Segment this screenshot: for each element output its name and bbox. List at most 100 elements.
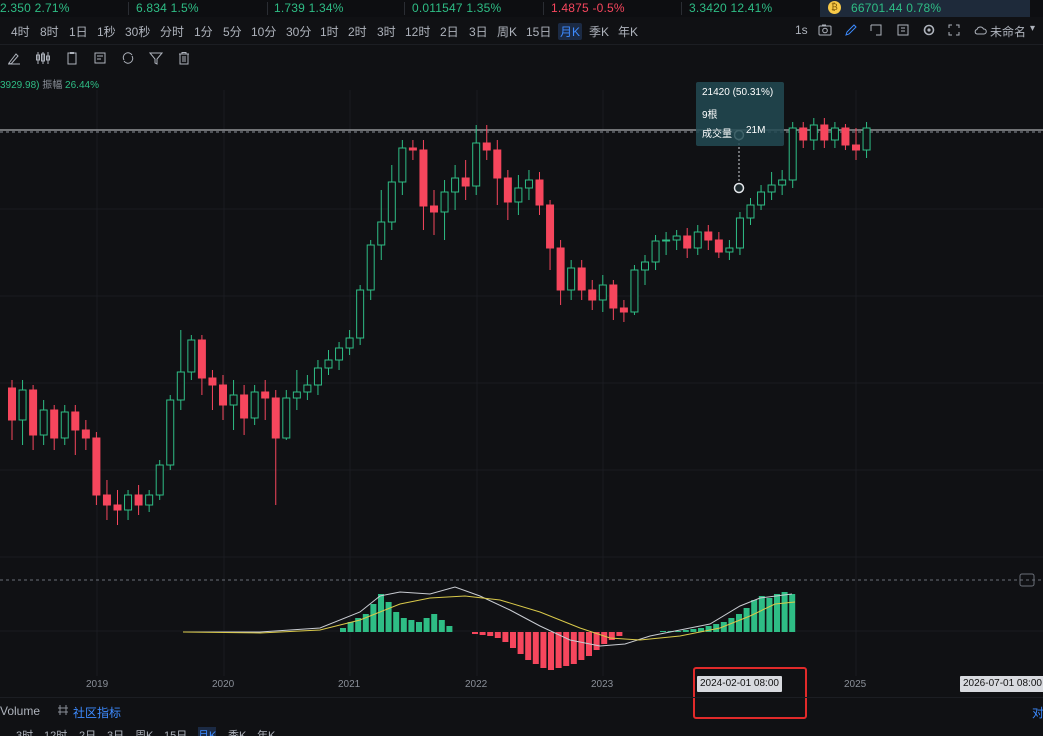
candle-body [176,371,185,401]
measure-volume-value: 21M [746,125,766,136]
measure-handle-bottom [733,182,745,194]
candle-body [546,204,555,249]
measure-change: 21420 (50.31%) [702,87,774,98]
compare-link[interactable]: 对 [1032,704,1043,721]
candle-body [651,240,660,263]
macd-bar [601,632,608,644]
candle-body [387,181,396,223]
macd-bar [690,629,697,632]
candle-body [39,409,48,436]
bottom-interval[interactable]: 周K [135,727,153,736]
candle-body [735,217,744,249]
candle-body [292,391,301,399]
community-icon[interactable] [57,704,69,719]
candle-body [335,347,344,361]
candle-body [303,384,312,393]
macd-bar [517,632,524,654]
macd-bar [479,632,486,635]
macd-bar [616,632,623,636]
macd-bar [446,626,453,632]
candle-body [472,142,481,187]
candle-body [757,191,766,206]
candle-body [841,127,850,146]
macd-bar [494,632,501,638]
macd-bar [758,596,765,632]
candle-body [124,494,133,511]
candle-body [18,389,27,421]
candle-body [799,127,808,141]
candle-body [588,289,597,301]
candle-body [419,149,428,207]
candle-body [71,411,80,431]
candle-body [81,429,90,439]
macd-bar [510,632,516,648]
candle-body [60,411,69,439]
candle-body [693,231,702,249]
year-label: 2020 [212,679,235,690]
macd-bar [487,632,494,636]
candle-body [134,494,143,506]
macd-bar [431,614,438,632]
macd-bar [682,630,689,632]
candle-body [366,244,375,291]
bottom-interval[interactable]: 年K [257,727,275,736]
macd-bar [608,632,615,640]
candle-body [197,339,206,379]
macd-bar [548,632,554,670]
candle-body [630,269,639,313]
candle-body [451,177,460,193]
candle-body [524,179,533,189]
candle-body [714,239,723,253]
candle-body [229,394,238,406]
candle-body [461,177,470,187]
macd-bar [502,632,509,642]
measure-tooltip: 21420 (50.31%) 9根 成交量 21M [696,82,784,146]
macd-bar [385,602,392,632]
candle-body [704,231,713,241]
macd-bar [774,594,780,632]
macd-bar [472,632,478,634]
candle-body [430,205,438,213]
candle-body [324,359,333,369]
candle-body [746,204,755,219]
bottom-interval[interactable]: 2日 [79,727,96,736]
bottom-interval-active[interactable]: 月K [198,727,217,736]
macd-bar [743,608,750,632]
candle-body [240,394,249,419]
candle-body [250,391,259,419]
macd-bar [570,632,577,664]
bottom-interval[interactable]: 3日 [107,727,124,736]
candle-body [408,147,417,151]
macd-bar [347,622,354,632]
bottom-interval[interactable]: 15日 [164,727,187,736]
macd-bar [781,592,788,632]
community-indicators[interactable]: 社区指标 [73,704,121,721]
candle-body [8,387,16,421]
measure-volume-label: 成交量 [702,129,732,140]
macd-bar [416,622,422,632]
candle-body [187,339,196,373]
macd-line [183,586,793,647]
candle-body [29,389,38,436]
grid [0,90,1043,676]
candle-body [683,235,692,249]
candle-body [102,494,111,506]
volume-tab[interactable]: Volume [0,704,40,718]
macd-bar [578,632,585,660]
macd-bar [340,628,346,632]
bottom-interval[interactable]: 季K [228,727,246,736]
candle-body [619,307,628,313]
candle-body [145,494,154,506]
year-label: 2022 [465,679,488,690]
year-label: 2025 [844,679,867,690]
bottom-interval[interactable]: 3时 [16,727,33,736]
candle-body [535,179,544,206]
candle-body [271,397,280,439]
candles [8,118,871,525]
bottom-interval[interactable]: 12时 [44,727,67,736]
candlestick-chart[interactable] [0,0,1043,736]
candle-body [92,437,101,496]
candle-body [113,504,122,511]
candle-body [830,127,839,141]
macd-pane [182,586,796,670]
